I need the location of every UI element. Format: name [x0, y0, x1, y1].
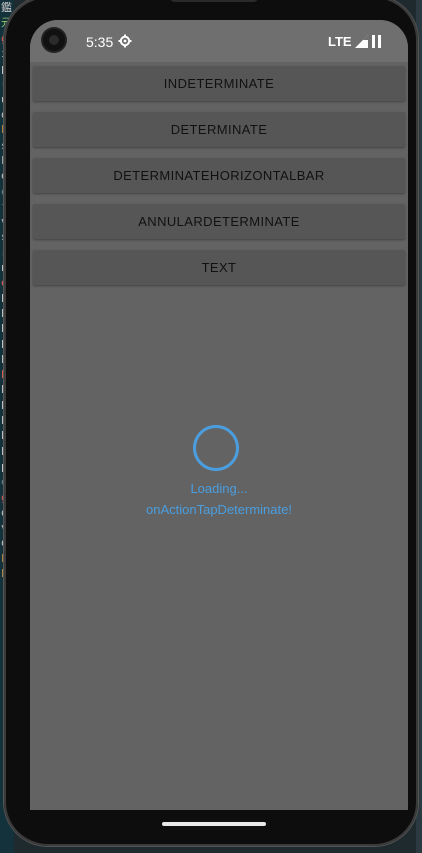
status-time: 5:35 [86, 34, 114, 50]
phone-frame: 5:35 LTE INDETERMINATE DETERMINATE DETER… [4, 0, 418, 846]
determinate-button[interactable]: DETERMINATE [33, 112, 405, 147]
network-type: LTE [328, 34, 352, 49]
progress-label: Loading... [190, 481, 248, 496]
indeterminate-button[interactable]: INDETERMINATE [33, 66, 405, 101]
phone-speaker-notch [169, 0, 259, 2]
text-button[interactable]: TEXT [33, 250, 405, 285]
determinate-horizontal-bar-button[interactable]: DETERMINATEHORIZONTALBAR [33, 158, 405, 193]
front-camera-icon [43, 29, 65, 51]
annular-progress-indicator [193, 425, 239, 471]
signal-icon [355, 35, 368, 48]
battery-icon [372, 35, 381, 48]
status-bar: 5:35 LTE [30, 20, 408, 62]
device-screen: 5:35 LTE INDETERMINATE DETERMINATE DETER… [30, 20, 408, 810]
progress-detail: onActionTapDeterminate! [146, 502, 292, 517]
settings-gear-icon [118, 34, 132, 48]
annular-determinate-button[interactable]: ANNULARDETERMINATE [33, 204, 405, 239]
home-indicator[interactable] [162, 822, 266, 826]
app-content: INDETERMINATE DETERMINATE DETERMINATEHOR… [30, 62, 408, 810]
